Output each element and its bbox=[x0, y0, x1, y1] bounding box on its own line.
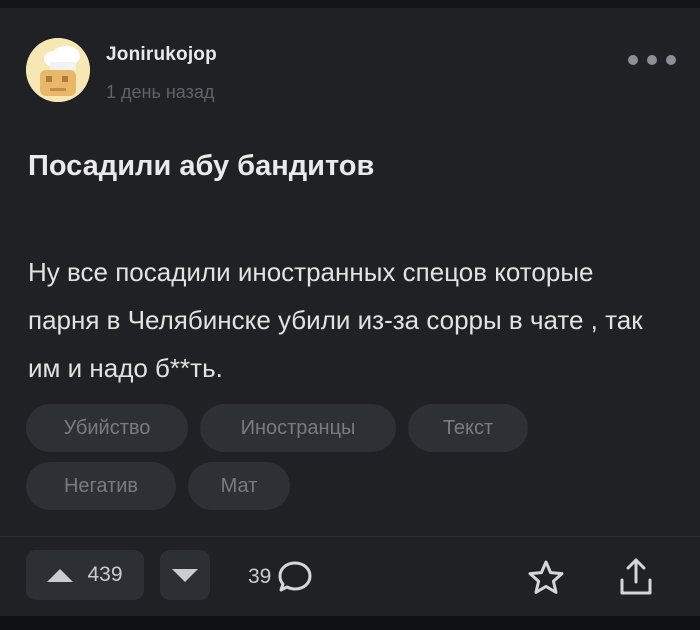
post-body: Ну все посадили иностранных спецов котор… bbox=[28, 257, 643, 383]
avatar[interactable] bbox=[26, 38, 90, 102]
author-name[interactable]: Jonirukojop bbox=[106, 44, 217, 66]
more-options-button[interactable] bbox=[628, 50, 676, 70]
downvote-icon bbox=[172, 568, 198, 582]
divider bbox=[0, 536, 700, 537]
post-title[interactable]: Посадили абу бандитов bbox=[28, 150, 374, 183]
bottom-strip bbox=[0, 616, 700, 630]
comment-count: 39 bbox=[248, 565, 272, 588]
post-card: Jonirukojop 1 день назад Посадили абу ба… bbox=[0, 8, 700, 616]
downvote-button[interactable] bbox=[160, 550, 210, 600]
comments-button[interactable]: 39 bbox=[248, 560, 313, 594]
tag-chip[interactable]: Негатив bbox=[26, 462, 176, 510]
top-strip bbox=[0, 0, 700, 8]
upvote-button[interactable]: 439 bbox=[26, 550, 144, 600]
comment-icon bbox=[278, 561, 312, 592]
share-button[interactable] bbox=[616, 556, 656, 598]
tag-chip[interactable]: Мат bbox=[188, 462, 290, 510]
share-icon bbox=[620, 558, 652, 595]
tag-chip[interactable]: Текст bbox=[408, 404, 528, 452]
avatar-image bbox=[26, 38, 90, 102]
upvote-count: 439 bbox=[87, 563, 123, 586]
save-button[interactable] bbox=[526, 558, 566, 598]
star-icon bbox=[528, 560, 564, 594]
upvote-icon bbox=[47, 568, 74, 582]
more-icon-dot bbox=[647, 55, 657, 65]
post-timestamp: 1 день назад bbox=[106, 82, 215, 102]
more-icon bbox=[628, 55, 638, 65]
tag-chip[interactable]: Иностранцы bbox=[200, 404, 396, 452]
tag-chip[interactable]: Убийство bbox=[26, 404, 188, 452]
more-icon-dot bbox=[666, 55, 676, 65]
